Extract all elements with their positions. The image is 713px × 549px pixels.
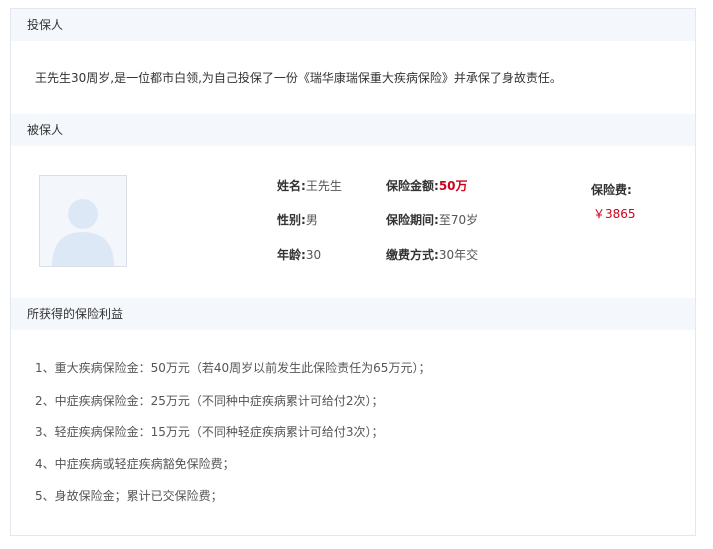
gender-value: 男 xyxy=(305,213,318,227)
policyholder-section-header: 投保人 xyxy=(11,9,695,41)
insured-age: 年龄:30 xyxy=(277,246,321,263)
name-label: 姓名: xyxy=(277,179,306,193)
insurance-case-panel: 投保人 王先生30周岁,是一位都市白领,为自己投保了一份《瑞华康瑞保重大疾病保险… xyxy=(10,8,696,536)
age-value: 30 xyxy=(305,248,322,262)
period-value: 至70岁 xyxy=(438,213,479,227)
insured-name: 姓名:王先生 xyxy=(277,177,342,194)
benefit-item: 2、中症疾病保险金：25万元（不同种中症疾病累计可给付2次）； xyxy=(35,394,384,408)
insured-period: 保险期间:至70岁 xyxy=(386,211,478,228)
insured-payment: 缴费方式:30年交 xyxy=(386,246,478,263)
insured-amount: 保险金额:50万 xyxy=(386,177,468,194)
insured-section-header: 被保人 xyxy=(11,114,695,146)
name-value: 王先生 xyxy=(305,179,342,193)
benefit-item: 3、轻症疾病保险金：15万元（不同种轻症疾病累计可给付3次）； xyxy=(35,425,384,439)
insured-section-title: 被保人 xyxy=(27,123,64,137)
benefit-item: 4、中症疾病或轻症疾病豁免保险费； xyxy=(35,457,235,471)
premium-value: ￥3865 xyxy=(593,207,636,221)
policyholder-section-title: 投保人 xyxy=(27,18,64,32)
benefit-item: 5、身故保险金；累计已交保险费； xyxy=(35,489,223,503)
user-silhouette-icon xyxy=(52,199,114,266)
premium-label: 保险费: xyxy=(591,183,632,197)
payment-value: 30年交 xyxy=(438,248,479,262)
age-label: 年龄: xyxy=(277,248,306,262)
benefits-section-header: 所获得的保险利益 xyxy=(11,298,695,330)
period-label: 保险期间: xyxy=(386,213,439,227)
insured-gender: 性别:男 xyxy=(277,211,318,228)
insured-avatar xyxy=(39,175,127,267)
benefits-section-title: 所获得的保险利益 xyxy=(27,307,124,321)
amount-value: 50万 xyxy=(438,179,468,193)
benefit-item: 1、重大疾病保险金：50万元（若40周岁以前发生此保险责任为65万元）； xyxy=(35,361,431,375)
gender-label: 性别: xyxy=(277,213,306,227)
payment-label: 缴费方式: xyxy=(386,248,439,262)
policyholder-description: 王先生30周岁,是一位都市白领,为自己投保了一份《瑞华康瑞保重大疾病保险》并承保… xyxy=(35,71,562,85)
amount-label: 保险金额: xyxy=(386,179,439,193)
